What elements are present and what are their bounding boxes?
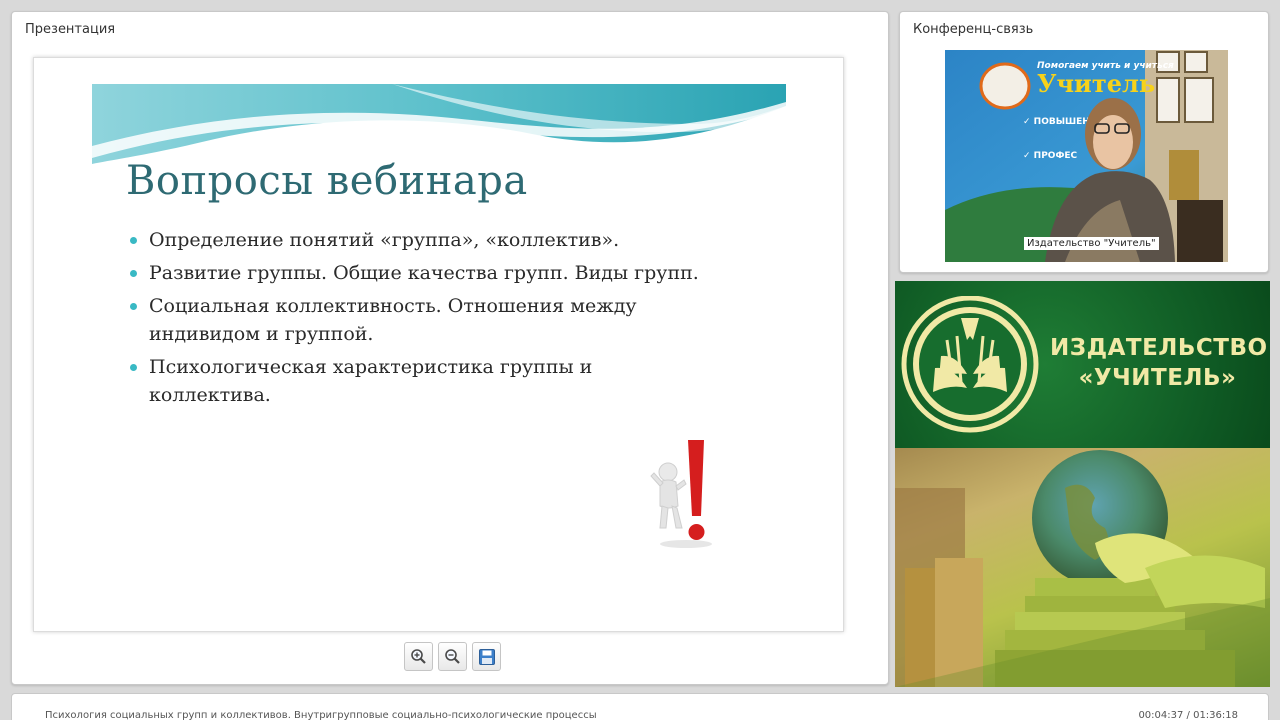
playback-timecode: 00:04:37 / 01:36:18 (1138, 710, 1238, 720)
exclamation-figure-illustration (650, 440, 712, 548)
slide-bullet-item: Развитие группы. Общие качества групп. В… (130, 259, 720, 287)
zoom-in-icon (411, 649, 426, 664)
webcam-video-frame: Помогаем учить и учиться Учитель ✓ ПОВЫШ… (945, 50, 1228, 262)
lecture-title: Психология социальных групп и коллективо… (45, 710, 597, 720)
publisher-logo-icon (901, 296, 1039, 433)
zoom-out-button[interactable] (438, 642, 467, 671)
slide-wave-decoration (92, 84, 786, 164)
banner-logo-area: ИЗДАТЕЛЬСТВО «УЧИТЕЛЬ» (895, 281, 1270, 448)
presentation-panel-title: Презентация (25, 22, 116, 37)
slide-toolbar (404, 642, 501, 671)
publisher-name-line1: ИЗДАТЕЛЬСТВО (1050, 335, 1268, 361)
slide-bullet-item: Определение понятий «группа», «коллектив… (130, 226, 720, 254)
presentation-panel: Презентация Вопросы вебинара Определение… (11, 11, 889, 685)
video-caption: Издательство "Учитель" (1024, 237, 1159, 250)
conference-panel: Конференц-связь Помогаем учить и учиться… (899, 11, 1269, 273)
slide-bullet-list: Определение понятий «группа», «коллектив… (130, 226, 720, 414)
status-bar: Психология социальных групп и коллективо… (11, 693, 1269, 720)
banner-books-image (895, 448, 1270, 687)
svg-text:✓ ПРОФЕС: ✓ ПРОФЕС (1023, 151, 1078, 161)
publisher-banner[interactable]: ИЗДАТЕЛЬСТВО «УЧИТЕЛЬ» (895, 281, 1270, 687)
webcam-video[interactable]: Помогаем учить и учиться Учитель ✓ ПОВЫШ… (945, 50, 1228, 262)
publisher-name-line2: «УЧИТЕЛЬ» (1078, 365, 1237, 391)
zoom-in-button[interactable] (404, 642, 433, 671)
books-globe-illustration (895, 450, 1270, 687)
slide-bullet-item: Социальная коллективность. Отношения меж… (130, 292, 720, 348)
save-button[interactable] (472, 642, 501, 671)
slide-title: Вопросы вебинара (126, 158, 528, 204)
zoom-out-icon (445, 649, 460, 664)
save-icon (478, 648, 495, 665)
publisher-name: ИЗДАТЕЛЬСТВО «УЧИТЕЛЬ» (1050, 333, 1268, 393)
svg-text:Учитель: Учитель (1037, 69, 1155, 98)
slide-bullet-item: Психологическая характеристика группы и … (130, 353, 720, 409)
presentation-slide: Вопросы вебинара Определение понятий «гр… (33, 57, 844, 632)
conference-panel-title: Конференц-связь (913, 22, 1034, 37)
